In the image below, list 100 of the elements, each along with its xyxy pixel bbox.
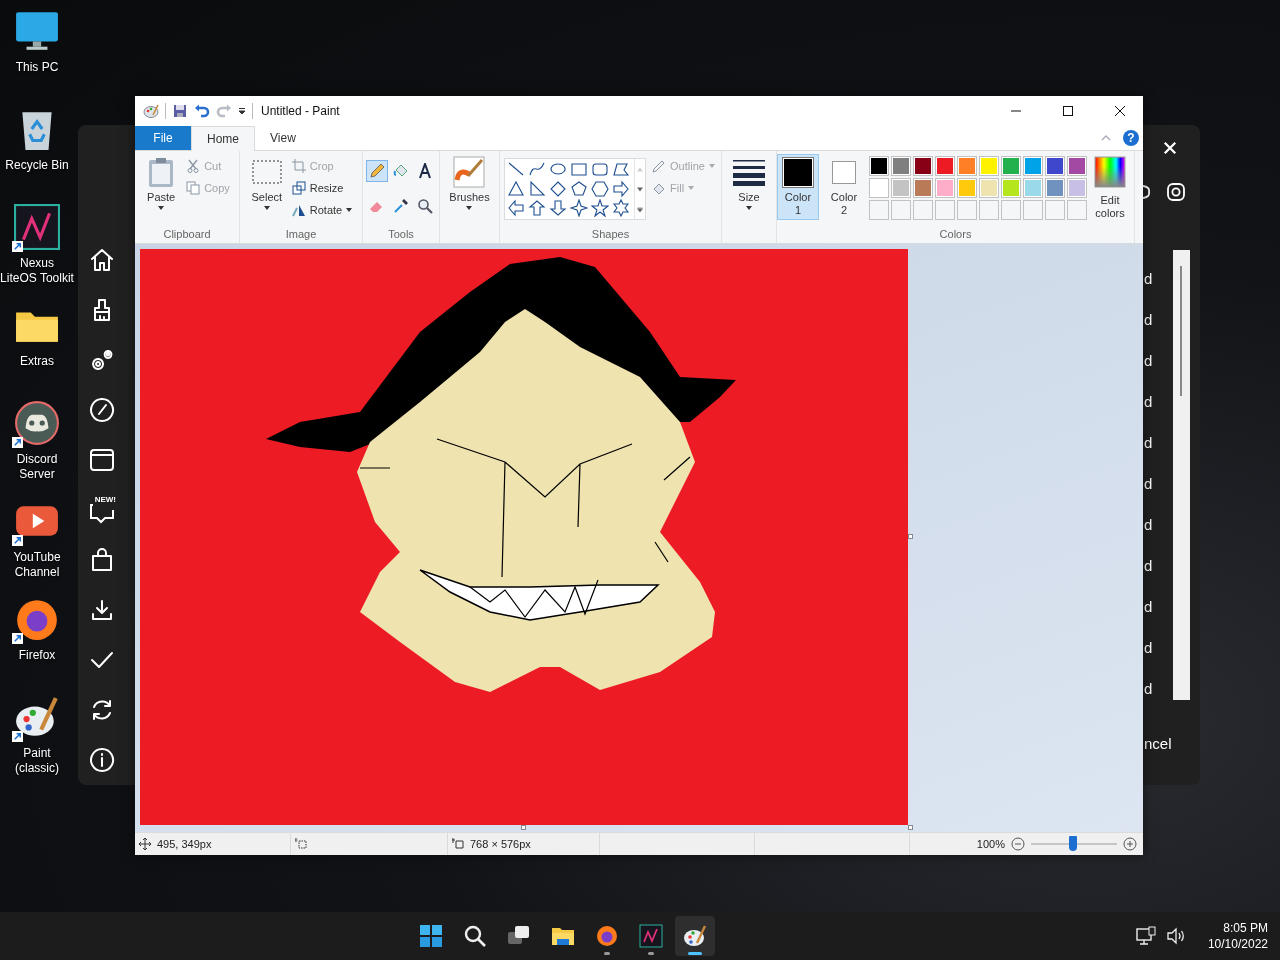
ribbon-tab[interactable]: File xyxy=(135,126,191,150)
empty-color-slot[interactable] xyxy=(957,200,977,220)
color-swatch[interactable] xyxy=(935,156,955,176)
five-point-star-shape-icon[interactable] xyxy=(591,199,610,217)
color-swatch[interactable] xyxy=(913,156,933,176)
camera-icon[interactable] xyxy=(1166,182,1186,202)
color-swatch[interactable] xyxy=(1045,156,1065,176)
color-swatch[interactable] xyxy=(1001,156,1021,176)
empty-color-slot[interactable] xyxy=(935,200,955,220)
speaker-icon[interactable] xyxy=(1165,926,1186,946)
color-swatch[interactable] xyxy=(891,156,911,176)
network-icon[interactable] xyxy=(1135,926,1156,946)
pencil-tool[interactable] xyxy=(366,160,388,182)
color-swatch[interactable] xyxy=(979,178,999,198)
speech-bubble-icon[interactable] xyxy=(88,504,116,524)
resize-handle[interactable] xyxy=(521,825,526,830)
paste-button[interactable]: Paste xyxy=(142,154,181,227)
hexagon-shape-icon[interactable] xyxy=(591,180,610,198)
resize-button[interactable]: Resize xyxy=(289,178,355,198)
cancel-button[interactable]: ncel xyxy=(1144,735,1172,752)
color-swatch[interactable] xyxy=(957,156,977,176)
window-icon[interactable] xyxy=(88,446,116,474)
scroll-down-icon[interactable] xyxy=(637,186,644,192)
color-swatch[interactable] xyxy=(913,178,933,198)
rotate-button[interactable]: Rotate xyxy=(289,200,355,220)
color-1-button[interactable]: Color 1 xyxy=(777,154,819,220)
help-button[interactable]: ? xyxy=(1123,130,1139,146)
desktop-icon[interactable]: Discord Server xyxy=(0,400,74,498)
right-triangle-shape-icon[interactable] xyxy=(528,180,547,198)
six-point-star-shape-icon[interactable] xyxy=(612,199,631,217)
maximize-icon xyxy=(1063,106,1073,116)
game-controller-face-icon xyxy=(14,400,60,446)
desktop-icon[interactable]: Paint (classic) xyxy=(0,694,74,792)
list-item-label: d xyxy=(1144,434,1153,452)
empty-color-slot[interactable] xyxy=(979,200,999,220)
zoom-out-button[interactable] xyxy=(1011,837,1025,851)
ribbon-tab[interactable]: View xyxy=(255,126,311,150)
empty-color-slot[interactable] xyxy=(1045,200,1065,220)
save-icon[interactable] xyxy=(172,103,188,119)
diamond-shape-icon[interactable] xyxy=(549,180,568,198)
color-swatch[interactable] xyxy=(1067,178,1087,198)
edit-colors-button[interactable]: Edit colors xyxy=(1091,154,1129,222)
resize-handle[interactable] xyxy=(908,534,913,539)
zoom-in-button[interactable] xyxy=(1123,837,1137,851)
color-swatch[interactable] xyxy=(1045,178,1065,198)
color-swatch[interactable] xyxy=(1023,156,1043,176)
pentagon-shape-icon[interactable] xyxy=(570,180,589,198)
ribbon-tab[interactable]: Home xyxy=(191,126,255,151)
crop-icon xyxy=(291,159,306,173)
desktop-icon[interactable]: Firefox xyxy=(0,596,74,694)
home-icon[interactable] xyxy=(88,246,116,274)
desktop-icon[interactable]: Recycle Bin xyxy=(0,106,74,204)
color-swatch[interactable] xyxy=(1067,156,1087,176)
cartoon-face-drawing[interactable] xyxy=(140,249,908,825)
undo-icon[interactable] xyxy=(194,103,210,119)
list-item-label: d xyxy=(1144,639,1153,657)
color-swatch[interactable] xyxy=(891,178,911,198)
desktop-icon-label: Extras xyxy=(20,354,54,369)
empty-color-slot[interactable] xyxy=(869,200,889,220)
gauge-icon[interactable] xyxy=(88,396,116,424)
color-swatch[interactable] xyxy=(957,178,977,198)
close-icon[interactable] xyxy=(1163,141,1177,155)
empty-color-slot[interactable] xyxy=(891,200,911,220)
desktop-icon[interactable]: Nexus LiteOS Toolkit xyxy=(0,204,74,302)
desktop-icon[interactable]: This PC xyxy=(0,8,74,106)
expand-gallery-icon[interactable] xyxy=(637,206,644,212)
info-icon[interactable] xyxy=(88,746,116,774)
customize-caret-icon[interactable] xyxy=(238,107,246,115)
desktop-icon[interactable]: Extras xyxy=(0,302,74,400)
empty-color-slot[interactable] xyxy=(1001,200,1021,220)
desktop-icon[interactable]: YouTube Channel xyxy=(0,498,74,596)
left-arrow-shape-icon[interactable] xyxy=(507,199,526,217)
color-2-button[interactable]: Color 2 xyxy=(823,154,865,220)
brushes-button[interactable]: Brushes xyxy=(446,154,493,227)
color-swatch[interactable] xyxy=(979,156,999,176)
color-swatch[interactable] xyxy=(1023,178,1043,198)
color-swatch[interactable] xyxy=(1001,178,1021,198)
color-swatch[interactable] xyxy=(869,156,889,176)
caret-icon xyxy=(158,206,165,210)
right-arrow-shape-icon[interactable] xyxy=(612,180,631,198)
paint-taskbar-button[interactable] xyxy=(674,916,715,956)
empty-color-slot[interactable] xyxy=(1067,200,1087,220)
empty-color-slot[interactable] xyxy=(913,200,933,220)
resize-handle[interactable] xyxy=(908,825,913,830)
color-swatch[interactable] xyxy=(869,178,889,198)
size-button[interactable]: Size xyxy=(730,154,768,227)
triangle-shape-icon[interactable] xyxy=(507,180,526,198)
list-item-label: d xyxy=(1144,270,1153,288)
polygon-shape-icon[interactable] xyxy=(612,161,631,179)
empty-color-slot[interactable] xyxy=(1023,200,1043,220)
scrollbar[interactable] xyxy=(1173,250,1190,700)
up-arrow-shape-icon[interactable] xyxy=(528,199,547,217)
four-point-star-shape-icon[interactable] xyxy=(570,199,589,217)
palette-icon xyxy=(143,103,159,119)
zoom-level: 100% xyxy=(976,838,1005,850)
select-button[interactable]: Select xyxy=(247,154,286,227)
color-swatch[interactable] xyxy=(935,178,955,198)
desktop-icon-label: Discord Server xyxy=(15,452,59,482)
down-arrow-shape-icon[interactable] xyxy=(549,199,568,217)
rounded-rectangle-shape-icon[interactable] xyxy=(591,161,610,179)
